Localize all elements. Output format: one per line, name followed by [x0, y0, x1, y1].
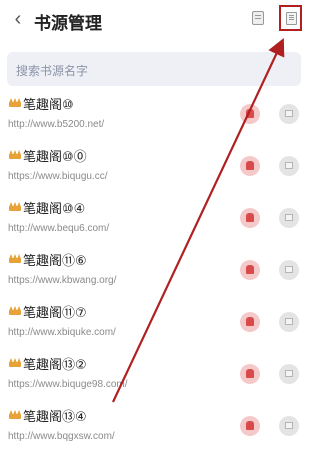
source-url: http://www.bqgxsw.com/	[8, 431, 115, 442]
search-placeholder: 搜索书源名字	[16, 64, 89, 78]
highlight-box	[279, 5, 302, 31]
user-icon[interactable]	[240, 364, 260, 384]
source-url: https://www.biquge98.com/	[8, 379, 128, 390]
user-icon[interactable]	[240, 156, 260, 176]
list-item[interactable]: 笔趣阁⑩④ http://www.bequ6.com/	[0, 196, 316, 248]
list-item[interactable]: 笔趣阁⑪⑦ http://www.xbiquke.com/	[0, 300, 316, 352]
page-title: 书源管理	[34, 14, 102, 33]
list-item[interactable]: 笔趣阁⑬④ http://www.bqgxsw.com/	[0, 404, 316, 456]
list-item[interactable]: 笔趣阁⑬② https://www.biquge98.com/	[0, 352, 316, 404]
crown-icon	[9, 253, 21, 263]
document-icon[interactable]	[279, 364, 299, 384]
document-icon[interactable]	[279, 260, 299, 280]
document-icon[interactable]	[286, 12, 297, 25]
document-icon[interactable]	[279, 416, 299, 436]
source-name: 笔趣阁⑩	[23, 97, 74, 112]
source-url: http://www.bequ6.com/	[8, 223, 110, 234]
user-icon[interactable]	[240, 208, 260, 228]
document-icon[interactable]	[279, 104, 299, 124]
crown-icon	[9, 357, 21, 367]
source-name: 笔趣阁⑪⑥	[23, 253, 87, 268]
document-icon[interactable]	[279, 208, 299, 228]
source-name: 笔趣阁⑩④	[23, 201, 86, 216]
source-url: http://www.xbiquke.com/	[8, 327, 116, 338]
crown-icon	[9, 305, 21, 315]
source-name: 笔趣阁⑬④	[23, 409, 87, 424]
list-item[interactable]: 笔趣阁⑪⑥ https://www.kbwang.org/	[0, 248, 316, 300]
user-icon[interactable]	[240, 312, 260, 332]
user-icon[interactable]	[240, 104, 260, 124]
user-icon[interactable]	[240, 416, 260, 436]
header-bar: ‹ 书源管理	[0, 0, 316, 40]
source-url: http://www.b5200.net/	[8, 119, 105, 130]
source-url: https://www.kbwang.org/	[8, 275, 117, 286]
source-name: 笔趣阁⑬②	[23, 357, 87, 372]
crown-icon	[9, 409, 21, 419]
list-item[interactable]: 笔趣阁⑩ http://www.b5200.net/	[0, 92, 316, 144]
list-item[interactable]: 笔趣阁⑩⓪ https://www.biqugu.cc/	[0, 144, 316, 196]
source-name: 笔趣阁⑩⓪	[23, 149, 87, 164]
crown-icon	[9, 201, 21, 211]
source-name: 笔趣阁⑪⑦	[23, 305, 87, 320]
document-icon[interactable]	[279, 312, 299, 332]
crown-icon	[9, 149, 21, 159]
user-icon[interactable]	[240, 260, 260, 280]
source-url: https://www.biqugu.cc/	[8, 171, 108, 182]
source-list: 笔趣阁⑩ http://www.b5200.net/ 笔趣阁⑩⓪ https:/…	[0, 92, 316, 456]
search-input[interactable]: 搜索书源名字	[7, 52, 301, 86]
copy-icon[interactable]	[252, 11, 264, 25]
crown-icon	[9, 97, 21, 107]
document-icon[interactable]	[279, 156, 299, 176]
back-chevron-icon[interactable]: ‹	[8, 9, 28, 30]
